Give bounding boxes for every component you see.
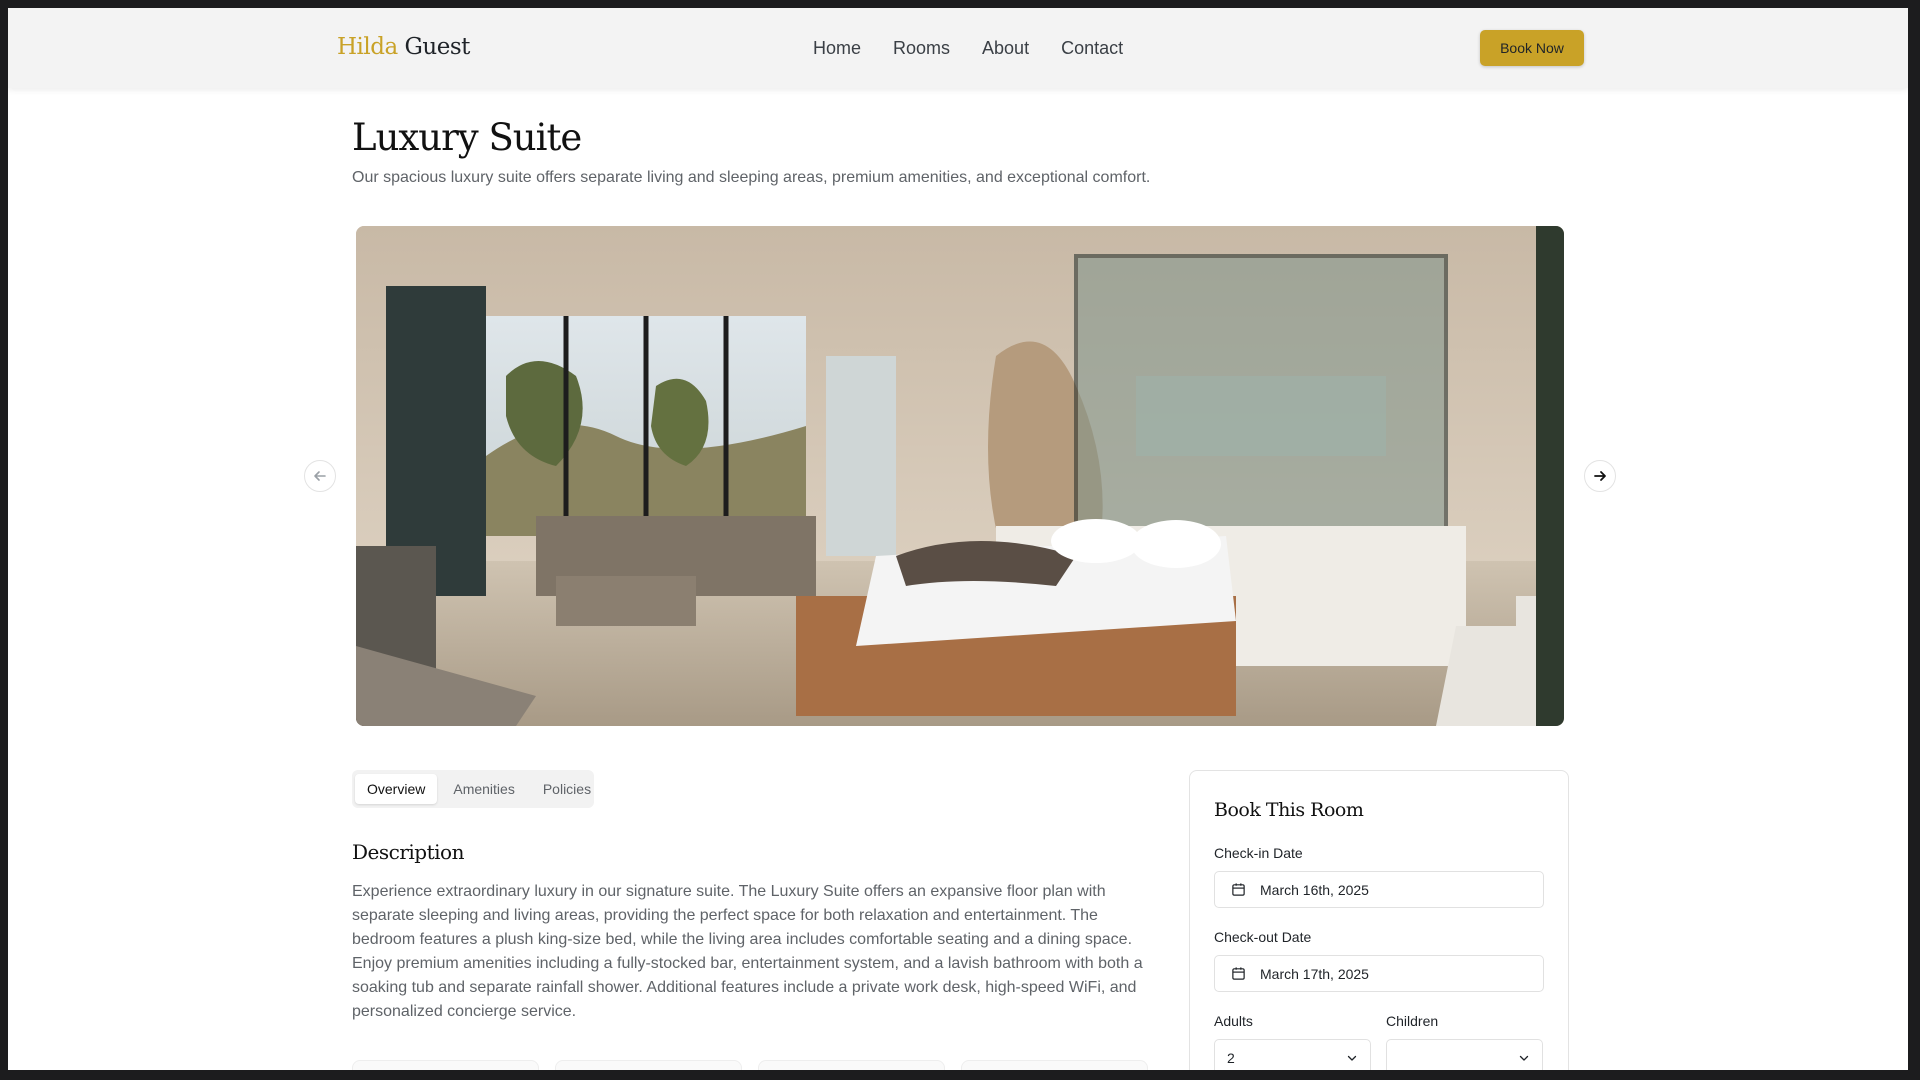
browser-viewport: Hilda Guest Home Rooms About Contact Boo… [8,8,1908,1070]
logo-second-word: Guest [404,34,471,60]
nav-rooms[interactable]: Rooms [893,38,950,59]
room-subtitle: Our spacious luxury suite offers separat… [352,169,1151,186]
checkin-label: Check-in Date [1214,845,1303,861]
tab-policies[interactable]: Policies [531,774,603,804]
checkout-label: Check-out Date [1214,929,1312,945]
feature-card [961,1060,1148,1070]
description-text: Experience extraordinary luxury in our s… [352,883,1143,1020]
calendar-icon [1231,882,1246,897]
checkin-date-field[interactable]: March 16th, 2025 [1214,871,1544,908]
book-now-button[interactable]: Book Now [1480,30,1584,66]
calendar-icon [1231,966,1246,981]
nav-home[interactable]: Home [813,38,861,59]
adults-label: Adults [1214,1013,1253,1029]
room-photo [356,226,1564,726]
checkout-date-field[interactable]: March 17th, 2025 [1214,955,1544,992]
checkout-date-value: March 17th, 2025 [1260,965,1369,982]
arrow-right-icon [1594,471,1606,481]
arrow-left-icon [314,471,326,481]
adults-select[interactable]: 2 [1214,1039,1371,1070]
description-heading: Description [352,840,464,864]
feature-card [758,1060,945,1070]
room-title: Luxury Suite [352,116,582,159]
room-tabs: Overview Amenities Policies [352,770,594,808]
feature-card [352,1060,539,1070]
site-header: Hilda Guest Home Rooms About Contact Boo… [8,8,1908,88]
carousel-prev-button[interactable] [304,460,336,492]
children-select[interactable] [1386,1039,1543,1070]
main-nav: Home Rooms About Contact [813,38,1123,59]
nav-contact[interactable]: Contact [1061,38,1123,59]
booking-panel: Book This Room Check-in Date March 16th,… [1189,770,1569,1070]
chevron-down-icon [1347,1055,1357,1061]
feature-card [555,1060,742,1070]
tab-amenities[interactable]: Amenities [441,774,526,804]
chevron-down-icon [1519,1055,1529,1061]
booking-heading: Book This Room [1214,799,1364,821]
adults-value: 2 [1227,1049,1235,1066]
tab-overview[interactable]: Overview [355,774,438,804]
checkin-date-value: March 16th, 2025 [1260,881,1369,898]
nav-about[interactable]: About [982,38,1029,59]
children-label: Children [1386,1013,1439,1029]
site-logo[interactable]: Hilda Guest [337,34,470,60]
carousel-next-button[interactable] [1584,460,1616,492]
logo-first-word: Hilda [337,34,398,60]
feature-cards [352,1060,1148,1070]
